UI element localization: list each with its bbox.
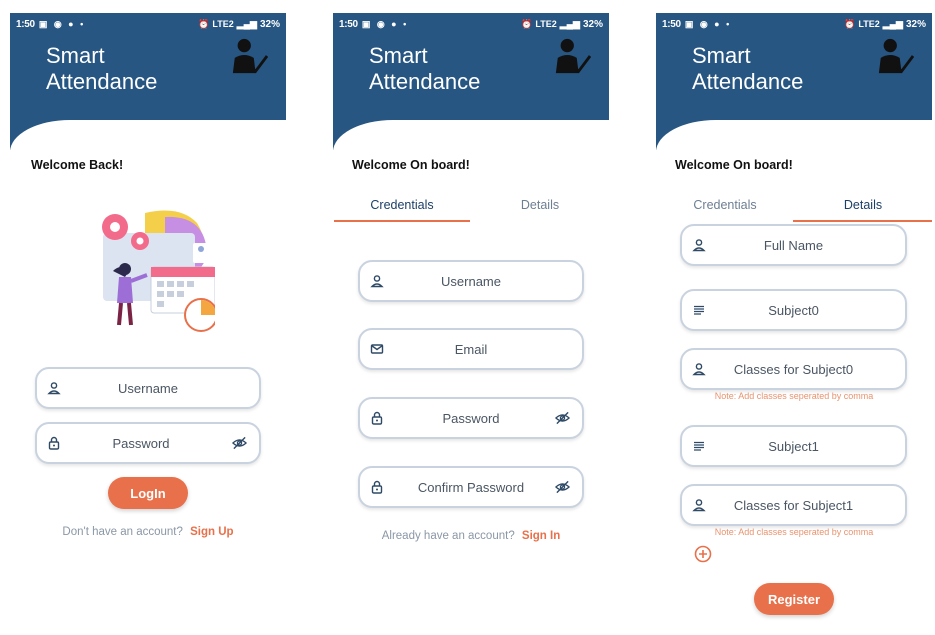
alarm-icon: ⏰ bbox=[198, 18, 210, 29]
mail-icon bbox=[370, 344, 384, 354]
teacher-icon bbox=[232, 38, 268, 74]
status-right: ⏰ LTE2 ▂▄▆ 32% bbox=[198, 19, 280, 30]
classes-note: Note: Add classes seperated by comma bbox=[714, 527, 874, 537]
notification-icons: ▣ ◉ ● • bbox=[38, 18, 86, 29]
username-field[interactable]: Username bbox=[358, 260, 584, 302]
subject-lines-icon bbox=[694, 305, 704, 315]
tab-credentials[interactable]: Credentials bbox=[656, 196, 794, 222]
user-icon bbox=[692, 363, 706, 376]
battery-percent: 32% bbox=[582, 18, 603, 30]
status-bar: 1:50 ▣ ◉ ● • ⏰ LTE2 ▂▄▆ 32% bbox=[656, 13, 932, 35]
welcome-title: Welcome Back! bbox=[31, 158, 124, 172]
lock-icon bbox=[371, 480, 383, 494]
username-field[interactable]: Username bbox=[35, 367, 261, 409]
status-time: 1:50 bbox=[339, 18, 358, 30]
active-tab-indicator bbox=[334, 220, 470, 222]
signin-prompt-text: Already have an account? bbox=[381, 530, 515, 542]
notification-icons: ▣ ◉ ● • bbox=[684, 18, 732, 29]
signup-link[interactable]: Sign Up bbox=[190, 526, 233, 538]
app-title: Smart Attendance bbox=[692, 43, 804, 94]
visibility-off-icon[interactable] bbox=[555, 411, 570, 426]
battery-percent: 32% bbox=[905, 18, 926, 30]
signup-details-screen: 1:50 ▣ ◉ ● • ⏰ LTE2 ▂▄▆ 32% Smart Attend… bbox=[656, 13, 932, 635]
attendance-illustration bbox=[102, 210, 215, 332]
email-placeholder: Email bbox=[454, 341, 488, 357]
tab-credentials[interactable]: Credentials bbox=[333, 196, 471, 222]
tab-details[interactable]: Details bbox=[794, 196, 932, 222]
classes1-placeholder: Classes for Subject1 bbox=[733, 497, 854, 513]
alarm-icon: ⏰ bbox=[521, 18, 533, 29]
status-bar: 1:50 ▣ ◉ ● • ⏰ LTE2 ▂▄▆ 32% bbox=[10, 13, 286, 35]
visibility-off-icon[interactable] bbox=[232, 436, 247, 451]
confirm-password-placeholder: Confirm Password bbox=[417, 479, 525, 495]
full-name-field[interactable]: Full Name bbox=[680, 224, 907, 266]
status-bar: 1:50 ▣ ◉ ● • ⏰ LTE2 ▂▄▆ 32% bbox=[333, 13, 609, 35]
lock-icon bbox=[371, 411, 383, 425]
user-icon bbox=[370, 275, 384, 288]
battery-percent: 32% bbox=[259, 18, 280, 30]
username-placeholder: Username bbox=[118, 380, 178, 396]
app-title: Smart Attendance bbox=[46, 43, 158, 94]
login-screen: 1:50 ▣ ◉ ● • ⏰ LTE2 ▂▄▆ 32% Smart Attend… bbox=[10, 13, 286, 635]
signal-icon: ▂▄▆ bbox=[236, 18, 257, 29]
welcome-title: Welcome On board! bbox=[352, 158, 470, 172]
active-tab-indicator bbox=[793, 220, 932, 222]
signup-credentials-screen: 1:50 ▣ ◉ ● • ⏰ LTE2 ▂▄▆ 32% Smart Attend… bbox=[333, 13, 609, 635]
teacher-icon bbox=[555, 38, 591, 74]
subject0-field[interactable]: Subject0 bbox=[680, 289, 907, 331]
subject1-placeholder: Subject1 bbox=[768, 438, 819, 454]
signup-prompt-text: Don't have an account? bbox=[62, 526, 183, 538]
status-right: ⏰ LTE2 ▂▄▆ 32% bbox=[844, 19, 926, 30]
subject-lines-icon bbox=[694, 441, 704, 451]
user-icon bbox=[692, 499, 706, 512]
signin-link[interactable]: Sign In bbox=[522, 530, 560, 542]
signal-icon: ▂▄▆ bbox=[559, 18, 580, 29]
user-icon bbox=[47, 382, 61, 395]
username-placeholder: Username bbox=[441, 273, 501, 289]
add-subject-icon[interactable] bbox=[694, 545, 712, 563]
subject0-placeholder: Subject0 bbox=[768, 302, 819, 318]
teacher-icon bbox=[878, 38, 914, 74]
status-time: 1:50 bbox=[662, 18, 681, 30]
header-curve bbox=[656, 120, 932, 160]
classes-note: Note: Add classes seperated by comma bbox=[714, 391, 874, 401]
notification-icons: ▣ ◉ ● • bbox=[361, 18, 409, 29]
network-label: LTE2 bbox=[535, 19, 557, 29]
lock-icon bbox=[48, 436, 60, 450]
password-field[interactable]: Password bbox=[35, 422, 261, 464]
user-icon bbox=[692, 239, 706, 252]
status-time: 1:50 bbox=[16, 18, 35, 30]
register-button[interactable]: Register bbox=[754, 583, 834, 615]
signup-tabs: Credentials Details bbox=[656, 196, 932, 224]
tab-details[interactable]: Details bbox=[471, 196, 609, 222]
signin-prompt: Already have an account? Sign In bbox=[333, 530, 609, 542]
signup-tabs: Credentials Details bbox=[333, 196, 609, 224]
header-curve bbox=[10, 120, 286, 160]
signal-icon: ▂▄▆ bbox=[882, 18, 903, 29]
status-right: ⏰ LTE2 ▂▄▆ 32% bbox=[521, 19, 603, 30]
signup-prompt: Don't have an account? Sign Up bbox=[10, 526, 286, 538]
password-field[interactable]: Password bbox=[358, 397, 584, 439]
classes0-placeholder: Classes for Subject0 bbox=[733, 361, 854, 377]
visibility-off-icon[interactable] bbox=[555, 480, 570, 495]
network-label: LTE2 bbox=[858, 19, 880, 29]
network-label: LTE2 bbox=[212, 19, 234, 29]
app-title: Smart Attendance bbox=[369, 43, 481, 94]
alarm-icon: ⏰ bbox=[844, 18, 856, 29]
full-name-placeholder: Full Name bbox=[763, 237, 824, 253]
header-curve bbox=[333, 120, 609, 160]
confirm-password-field[interactable]: Confirm Password bbox=[358, 466, 584, 508]
classes1-field[interactable]: Classes for Subject1 bbox=[680, 484, 907, 526]
classes0-field[interactable]: Classes for Subject0 bbox=[680, 348, 907, 390]
email-field[interactable]: Email bbox=[358, 328, 584, 370]
subject1-field[interactable]: Subject1 bbox=[680, 425, 907, 467]
login-button[interactable]: LogIn bbox=[108, 477, 188, 509]
password-placeholder: Password bbox=[442, 410, 500, 426]
welcome-title: Welcome On board! bbox=[675, 158, 793, 172]
password-placeholder: Password bbox=[112, 435, 170, 451]
